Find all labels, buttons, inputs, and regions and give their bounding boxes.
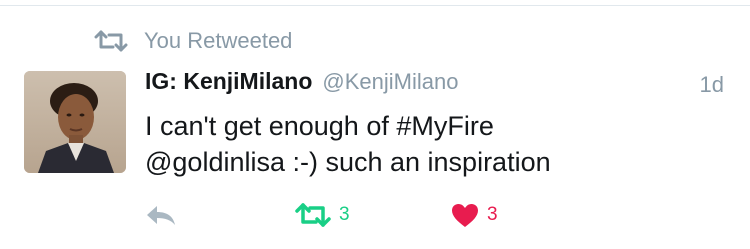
retweet-button[interactable]: 3 <box>295 200 350 230</box>
tweet-text: I can't get enough of #MyFire @goldinlis… <box>145 108 705 180</box>
tweet-text-line: @goldinlisa :-) such an inspiration <box>145 147 551 177</box>
retweet-context: You Retweeted <box>94 26 292 56</box>
heart-icon <box>451 203 479 228</box>
reply-icon <box>145 204 177 226</box>
retweet-icon <box>295 203 331 227</box>
tweet-actions: 3 3 <box>145 200 705 230</box>
retweet-icon <box>94 30 128 52</box>
user-handle[interactable]: @KenjiMilano <box>322 69 458 95</box>
like-count: 3 <box>487 204 498 225</box>
tweet-header: IG: KenjiMilano @KenjiMilano <box>145 68 458 100</box>
user-avatar[interactable] <box>24 71 126 173</box>
retweet-count: 3 <box>339 204 350 225</box>
reply-button[interactable] <box>145 200 177 230</box>
timestamp[interactable]: 1d <box>700 72 724 98</box>
like-button[interactable]: 3 <box>451 200 498 230</box>
retweet-context-text: You Retweeted <box>144 28 293 53</box>
display-name[interactable]: IG: KenjiMilano <box>145 68 312 95</box>
tweet-text-line: I can't get enough of #MyFire <box>145 111 494 141</box>
top-divider <box>0 5 750 6</box>
